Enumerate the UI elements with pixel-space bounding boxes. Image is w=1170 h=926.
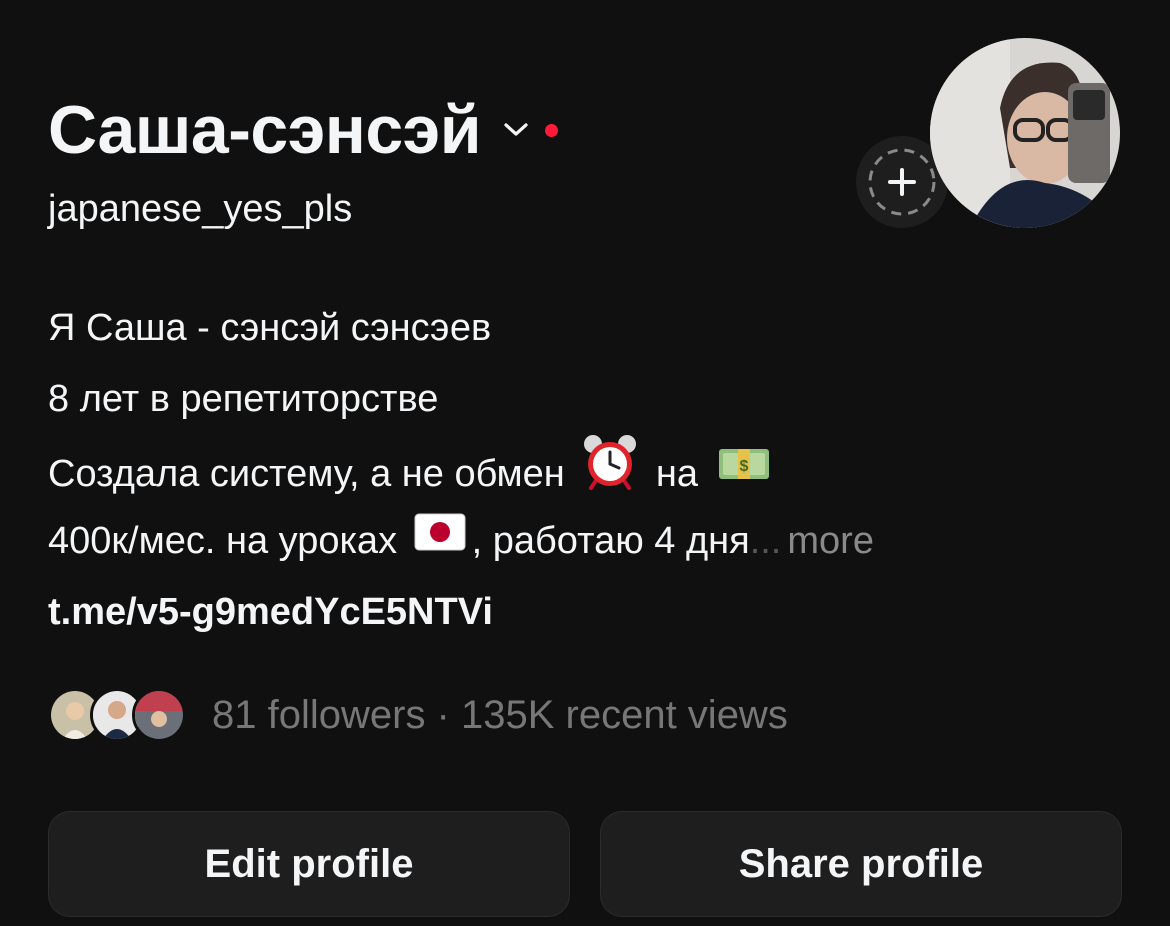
profile-link[interactable]: t.me/v5-g9medYcE5NTVi <box>48 577 874 648</box>
bio-line: Я Саша - сэнсэй сэнсэев <box>48 307 492 349</box>
followers-stats: 81 followers · 135K recent views <box>212 692 788 737</box>
japan-flag-icon <box>414 504 466 575</box>
profile-header: Саша-сэнсэй <box>48 92 559 168</box>
money-icon: $ <box>715 438 773 509</box>
bio-text: 400к/мес. на уроках <box>48 520 398 562</box>
bio-line: 400к/мес. на уроках , работаю 4 дня... mo… <box>48 506 874 577</box>
svg-text:$: $ <box>739 458 748 475</box>
share-profile-button[interactable]: Share profile <box>600 811 1122 917</box>
avatar[interactable] <box>930 38 1120 228</box>
followers-row[interactable]: 81 followers · 135K recent views <box>48 688 788 742</box>
bio-text: Создала систему, а не обмен <box>48 453 565 496</box>
bio-line: 8 лет в репетиторстве <box>48 378 439 420</box>
username: japanese_yes_pls <box>48 188 353 230</box>
more-link[interactable]: more <box>787 520 874 562</box>
alarm-clock-icon <box>581 432 639 514</box>
chevron-down-icon[interactable] <box>503 117 529 143</box>
ellipsis: ... <box>749 520 782 562</box>
edit-profile-button[interactable]: Edit profile <box>48 811 570 917</box>
bio: Я Саша - сэнсэй сэнсэев 8 лет в репетито… <box>48 293 874 648</box>
display-name: Саша-сэнсэй <box>48 92 482 168</box>
bio-text: на <box>655 453 699 496</box>
bio-line: Создала систему, а не обмен на $ <box>48 435 874 506</box>
follower-avatar <box>132 688 186 742</box>
bio-text: , работаю 4 дня <box>471 520 750 562</box>
notification-dot <box>545 123 559 137</box>
